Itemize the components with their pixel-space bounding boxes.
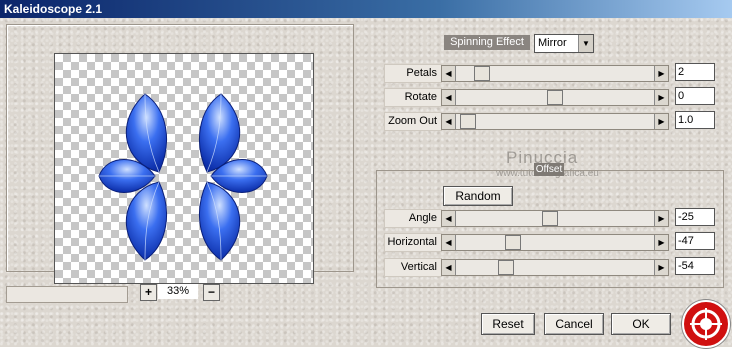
left-arrow-icon[interactable]: ◀ xyxy=(442,114,456,129)
zoom-out-button[interactable]: − xyxy=(203,284,220,301)
preview-frame xyxy=(6,24,354,284)
vertical-input[interactable]: -54 xyxy=(675,257,715,275)
slider-thumb[interactable] xyxy=(498,260,514,275)
slider-thumb[interactable] xyxy=(460,114,476,129)
slider-thumb[interactable] xyxy=(547,90,563,105)
spinning-effect-select[interactable]: Mirror ▼ xyxy=(534,34,594,53)
horizontal-slider[interactable]: ◀ ▶ xyxy=(441,234,669,251)
rotate-label: Rotate xyxy=(384,88,442,107)
right-arrow-icon[interactable]: ▶ xyxy=(654,114,668,129)
petals-label: Petals xyxy=(384,64,442,83)
kaleidoscope-preview-image xyxy=(98,93,268,261)
horizontal-input[interactable]: -47 xyxy=(675,232,715,250)
petals-slider[interactable]: ◀ ▶ xyxy=(441,65,669,82)
right-arrow-icon[interactable]: ▶ xyxy=(654,66,668,81)
left-arrow-icon[interactable]: ◀ xyxy=(442,260,456,275)
rotate-slider[interactable]: ◀ ▶ xyxy=(441,89,669,106)
zoom-out-label: Zoom Out xyxy=(384,112,442,131)
slider-thumb[interactable] xyxy=(505,235,521,250)
right-arrow-icon[interactable]: ▶ xyxy=(654,235,668,250)
right-arrow-icon[interactable]: ▶ xyxy=(654,90,668,105)
spinning-effect-label: Spinning Effect xyxy=(444,35,530,50)
spinning-effect-value: Mirror xyxy=(538,37,567,49)
offset-legend: Offset xyxy=(534,163,564,176)
chevron-down-icon[interactable]: ▼ xyxy=(578,35,593,52)
kaleidoscope-dialog: Kaleidoscope 2.1 + 33% − Spinning Effect… xyxy=(0,0,732,348)
zoom-in-button[interactable]: + xyxy=(140,284,157,301)
left-arrow-icon[interactable]: ◀ xyxy=(442,90,456,105)
left-arrow-icon[interactable]: ◀ xyxy=(442,235,456,250)
reset-button[interactable]: Reset xyxy=(481,313,535,335)
angle-label: Angle xyxy=(384,209,442,228)
target-logo-icon xyxy=(682,300,730,348)
petals-input[interactable]: 2 xyxy=(675,63,715,81)
zoom-out-slider[interactable]: ◀ ▶ xyxy=(441,113,669,130)
title-bar: Kaleidoscope 2.1 xyxy=(0,0,732,18)
angle-input[interactable]: -25 xyxy=(675,208,715,226)
right-arrow-icon[interactable]: ▶ xyxy=(654,260,668,275)
cancel-button[interactable]: Cancel xyxy=(544,313,604,335)
vertical-label: Vertical xyxy=(384,258,442,277)
slider-thumb[interactable] xyxy=(542,211,558,226)
zoom-out-input[interactable]: 1.0 xyxy=(675,111,715,129)
zoom-level: 33% xyxy=(158,284,198,299)
rotate-input[interactable]: 0 xyxy=(675,87,715,105)
left-arrow-icon[interactable]: ◀ xyxy=(442,66,456,81)
status-field xyxy=(6,286,128,303)
window-title: Kaleidoscope 2.1 xyxy=(4,2,103,16)
ok-button[interactable]: OK xyxy=(611,313,671,335)
random-button[interactable]: Random xyxy=(443,186,513,206)
right-arrow-icon[interactable]: ▶ xyxy=(654,211,668,226)
vertical-slider[interactable]: ◀ ▶ xyxy=(441,259,669,276)
angle-slider[interactable]: ◀ ▶ xyxy=(441,210,669,227)
slider-thumb[interactable] xyxy=(474,66,490,81)
horizontal-label: Horizontal xyxy=(384,233,442,252)
left-arrow-icon[interactable]: ◀ xyxy=(442,211,456,226)
preview-canvas xyxy=(54,53,314,284)
